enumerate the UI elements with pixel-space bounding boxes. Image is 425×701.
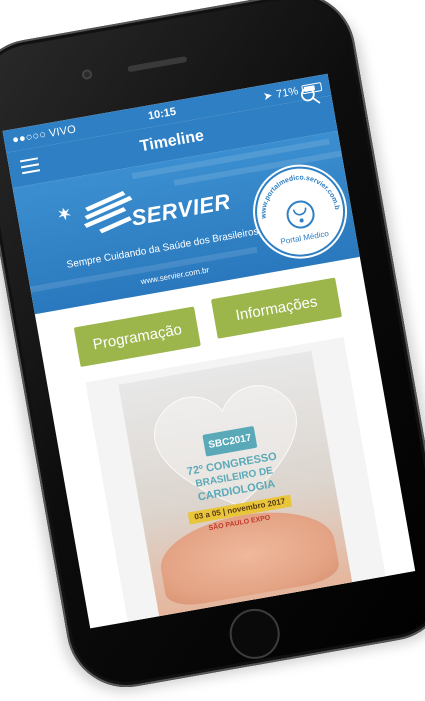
portal-medico-seal[interactable]: www.portalmedico.servier.com.br Portal M… bbox=[243, 153, 355, 267]
phone-device: ●●○○○ VIVO 10:15 ➤ 71% Timeline SERVIER … bbox=[0, 0, 425, 697]
event-poster-card[interactable]: SBC2017 72º CONGRESSO BRASILEIRO DE CARD… bbox=[85, 336, 387, 624]
search-icon[interactable] bbox=[297, 83, 322, 108]
informacoes-button[interactable]: Informações bbox=[210, 277, 342, 339]
front-camera bbox=[81, 68, 93, 81]
phone-screen: ●●○○○ VIVO 10:15 ➤ 71% Timeline SERVIER … bbox=[2, 73, 416, 629]
home-button[interactable] bbox=[225, 604, 284, 663]
programacao-button[interactable]: Programação bbox=[73, 306, 201, 368]
programacao-label: Programação bbox=[91, 320, 184, 353]
event-poster: SBC2017 72º CONGRESSO BRASILEIRO DE CARD… bbox=[118, 350, 354, 622]
portal-medico-seal-graphic: www.portalmedico.servier.com.br Portal M… bbox=[243, 153, 346, 257]
informacoes-label: Informações bbox=[234, 292, 319, 324]
earpiece-speaker bbox=[127, 55, 188, 73]
battery-percent: 71% bbox=[275, 84, 300, 101]
clock: 10:15 bbox=[147, 105, 177, 123]
location-icon: ➤ bbox=[262, 89, 274, 104]
